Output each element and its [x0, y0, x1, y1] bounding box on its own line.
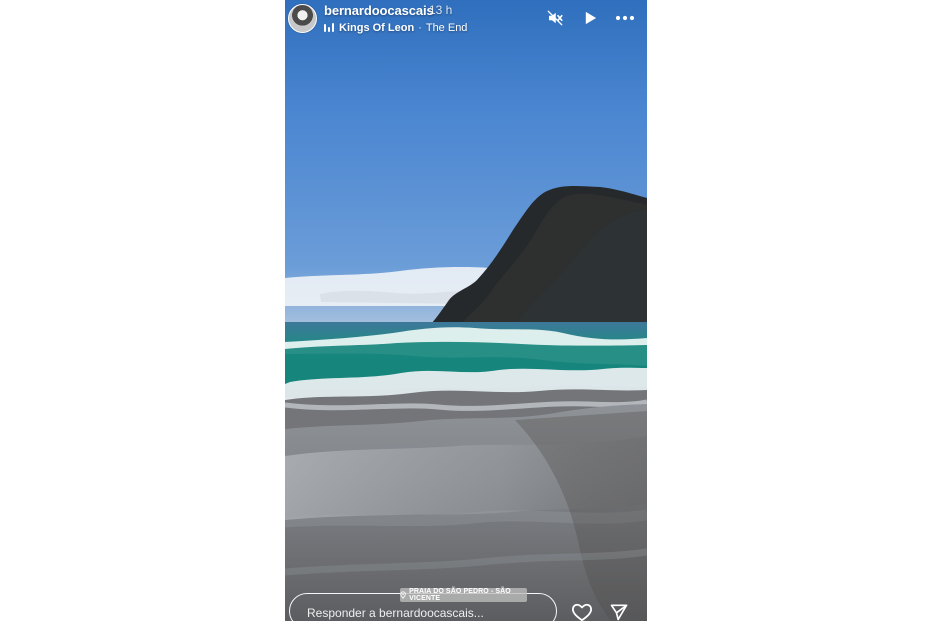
beach-story-photo [285, 0, 647, 621]
music-bars-icon [323, 22, 335, 34]
reply-placeholder: Responder a bernardoocascais... [307, 606, 484, 620]
story-controls [545, 8, 635, 28]
send-button[interactable] [608, 601, 630, 621]
send-icon [610, 604, 628, 621]
profile-avatar[interactable] [288, 4, 317, 33]
story-actions [571, 601, 630, 621]
location-sticker[interactable]: PRAIA DO SÃO PEDRO - SÃO VICENTE [400, 588, 527, 602]
story-viewer[interactable]: bernardoocascais 13 h Kings Of Leon · Th… [285, 0, 647, 621]
location-text: PRAIA DO SÃO PEDRO - SÃO VICENTE [409, 588, 511, 602]
username[interactable]: bernardoocascais [324, 3, 434, 18]
music-separator: · [418, 22, 422, 34]
mute-icon [547, 10, 563, 26]
music-info[interactable]: Kings Of Leon · The End [323, 21, 467, 35]
instagram-story-page: bernardoocascais 13 h Kings Of Leon · Th… [0, 0, 932, 621]
mute-button[interactable] [545, 8, 565, 28]
play-button[interactable] [580, 8, 600, 28]
more-options-button[interactable] [615, 8, 635, 28]
music-artist: Kings Of Leon [339, 22, 415, 34]
music-song: The End [425, 22, 468, 34]
story-header: bernardoocascais 13 h Kings Of Leon · Th… [285, 0, 647, 46]
post-time: 13 h [429, 3, 453, 17]
more-icon [615, 15, 635, 21]
like-button[interactable] [571, 601, 593, 621]
heart-icon [572, 603, 592, 621]
location-pin-icon [400, 591, 406, 599]
play-icon [585, 11, 596, 25]
